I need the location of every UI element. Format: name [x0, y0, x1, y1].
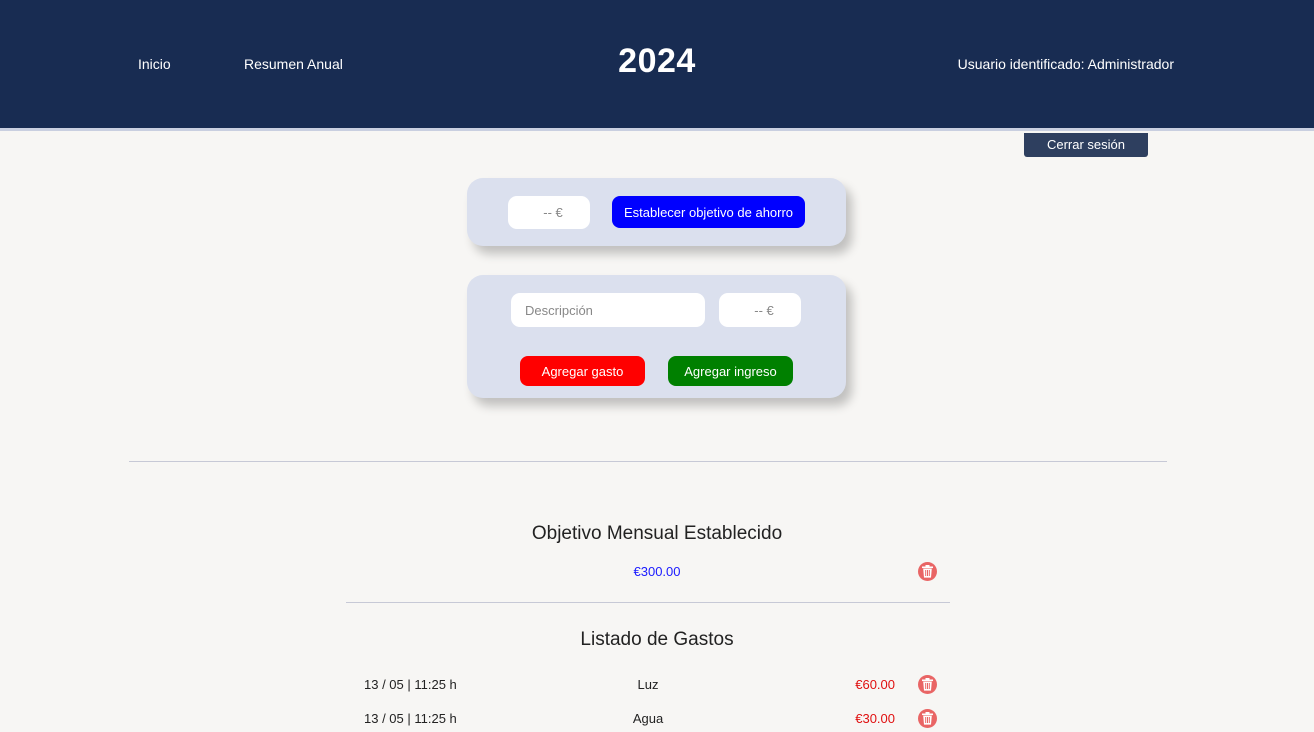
objective-section-title: Objetivo Mensual Establecido: [531, 523, 783, 544]
trash-icon: [922, 712, 933, 725]
logout-button[interactable]: Cerrar sesión: [1024, 133, 1148, 157]
expense-row: 13 / 05 | 11:25 h Agua €30.00: [346, 709, 950, 729]
objective-divider: [346, 602, 950, 603]
top-navbar: Inicio Resumen Anual 2024 Usuario identi…: [0, 0, 1314, 131]
delete-objective-button[interactable]: [918, 562, 937, 581]
transaction-amount-input[interactable]: [719, 293, 801, 327]
transaction-form: Agregar gasto Agregar ingreso: [467, 275, 846, 398]
delete-expense-button[interactable]: [918, 709, 937, 728]
trash-icon: [922, 565, 933, 578]
set-savings-goal-button[interactable]: Establecer objetivo de ahorro: [612, 196, 805, 228]
expense-row: 13 / 05 | 11:25 h Luz €60.00: [346, 675, 950, 695]
goal-amount-input[interactable]: [508, 196, 590, 229]
trash-icon: [922, 678, 933, 691]
section-divider: [129, 461, 1167, 462]
expense-amount: €30.00: [855, 711, 895, 726]
delete-expense-button[interactable]: [918, 675, 937, 694]
add-income-button[interactable]: Agregar ingreso: [668, 356, 793, 386]
expenses-section-title: Listado de Gastos: [580, 629, 734, 650]
logged-user-label: Usuario identificado: Administrador: [957, 56, 1174, 72]
description-input[interactable]: [511, 293, 705, 327]
add-expense-button[interactable]: Agregar gasto: [520, 356, 645, 386]
savings-goal-form: Establecer objetivo de ahorro: [467, 178, 846, 246]
expense-amount: €60.00: [855, 677, 895, 692]
objective-value: €300.00: [633, 564, 681, 579]
